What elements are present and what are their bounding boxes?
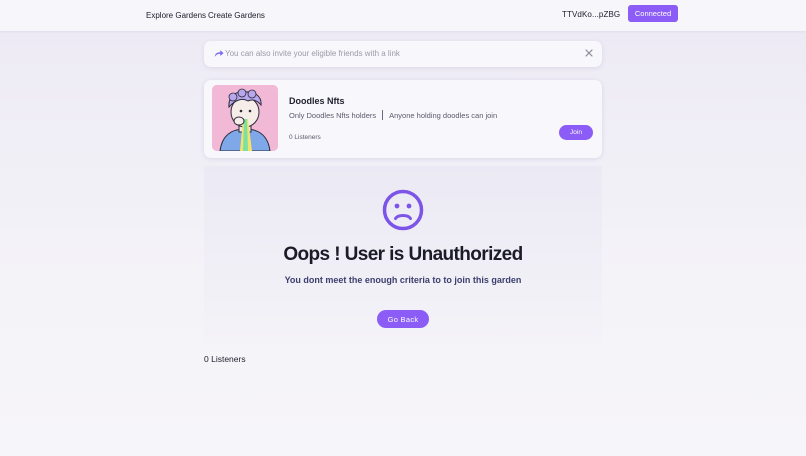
garden-listeners-count: 0 Listeners: [289, 134, 321, 141]
garden-card: Doodles Nfts Only Doodles Nfts holders A…: [204, 80, 602, 158]
page: Explore Gardens Create Gardens TTVdKo...…: [0, 0, 806, 456]
doodle-character-image: [212, 85, 278, 151]
close-icon[interactable]: [584, 48, 594, 58]
top-navbar: Explore Gardens Create Gardens TTVdKo...…: [0, 0, 806, 31]
divider: [382, 110, 384, 120]
garden-avatar: [212, 85, 278, 151]
join-button[interactable]: Join: [559, 125, 593, 140]
garden-criteria-row: Only Doodles Nfts holders Anyone holding…: [289, 110, 497, 120]
garden-name: Doodles Nfts: [289, 96, 345, 106]
error-title: Oops ! User is Unauthorized: [283, 244, 523, 265]
go-back-button[interactable]: Go Back: [377, 310, 429, 328]
nav-explore-gardens[interactable]: Explore Gardens: [146, 11, 206, 20]
unauthorized-panel: Oops ! User is Unauthorized You dont mee…: [204, 166, 602, 344]
garden-description: Anyone holding doodles can join: [389, 110, 498, 120]
error-subtitle: You dont meet the enough criteria to to …: [284, 275, 522, 285]
share-arrow-icon: [214, 50, 224, 57]
invite-text: You can also invite your eligible friend…: [225, 49, 400, 58]
connected-button[interactable]: Connected: [628, 5, 678, 22]
invite-banner: You can also invite your eligible friend…: [204, 41, 602, 67]
nav-create-gardens[interactable]: Create Gardens: [208, 11, 265, 20]
wallet-address: TTVdKo...pZBG: [562, 10, 621, 19]
garden-criteria: Only Doodles Nfts holders: [289, 110, 377, 120]
sad-face-icon: [382, 189, 424, 231]
listeners-count: 0 Listeners: [204, 354, 246, 364]
